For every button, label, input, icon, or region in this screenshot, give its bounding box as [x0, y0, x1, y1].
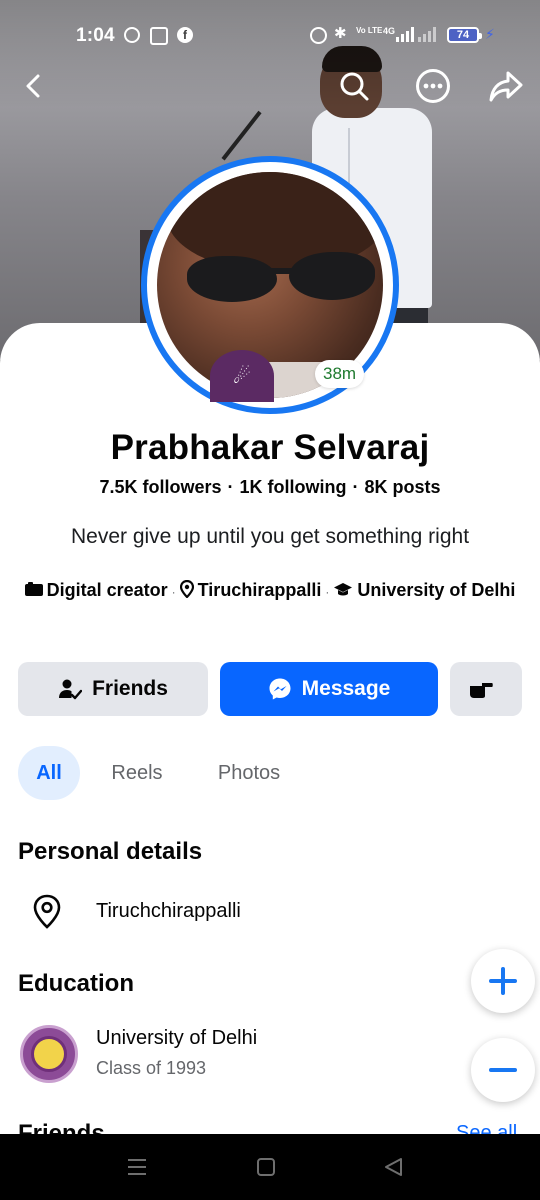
back-nav-button[interactable]	[382, 1156, 404, 1183]
location-pin-icon	[179, 579, 194, 599]
calendar-notification-icon	[150, 27, 168, 45]
share-button[interactable]	[486, 66, 526, 106]
signal-strength-2-icon	[418, 27, 436, 42]
meta-category: Digital creator	[46, 580, 168, 600]
home-square-icon	[257, 1158, 275, 1176]
minus-icon	[489, 1068, 517, 1072]
status-time: 1:04	[76, 25, 115, 46]
recent-apps-button[interactable]	[126, 1156, 148, 1183]
meta-education: University of Delhi	[357, 580, 516, 600]
profile-bio: Never give up until you get something ri…	[70, 525, 470, 548]
battery-icon: 74	[447, 27, 482, 43]
zoom-out-button[interactable]	[471, 1038, 535, 1102]
friend-check-icon	[59, 679, 83, 700]
tab-all[interactable]: All	[18, 746, 80, 800]
message-button-label: Message	[301, 677, 391, 700]
search-button[interactable]	[334, 66, 374, 106]
more-options-button[interactable]	[413, 66, 453, 106]
profile-frame-badge-icon: ☄	[210, 350, 274, 402]
charging-icon: ⚡	[485, 26, 495, 42]
profile-meta: Digital creator · Tiruchirappalli · Universi…	[20, 579, 520, 604]
poke-button[interactable]	[450, 662, 522, 716]
tab-reels[interactable]: Reels	[102, 746, 172, 800]
facebook-notification-icon: f	[177, 27, 193, 43]
posts-count: 8K posts	[364, 477, 441, 497]
zoom-in-button[interactable]	[471, 949, 535, 1013]
alarm-icon	[310, 27, 327, 44]
menu-lines-icon	[128, 1159, 146, 1175]
signal-strength-icon	[396, 27, 414, 42]
profile-stats: 7.5K followers · 1K following · 8K posts	[99, 477, 441, 497]
search-icon	[340, 72, 369, 101]
volte-icon: Vo LTE	[356, 26, 383, 35]
tab-photos[interactable]: Photos	[206, 746, 292, 800]
location-pin-icon	[33, 894, 61, 929]
back-button[interactable]	[14, 66, 54, 106]
share-icon	[489, 71, 523, 102]
plus-icon	[489, 967, 517, 995]
arrow-left-icon	[26, 74, 40, 98]
university-logo	[20, 1025, 78, 1083]
system-navigation-bar	[0, 1134, 540, 1200]
friends-button[interactable]: Friends	[18, 662, 208, 716]
graduation-cap-icon	[334, 583, 353, 596]
message-button[interactable]: Message	[220, 662, 438, 716]
meta-location: Tiruchirappalli	[197, 580, 322, 600]
more-horizontal-icon	[416, 69, 450, 103]
friends-button-label: Friends	[92, 677, 168, 700]
followers-count[interactable]: 7.5K followers	[99, 477, 221, 497]
chat-notification-icon	[124, 27, 140, 43]
education-class: Class of 1993	[96, 1058, 207, 1078]
network-type-label: 4G	[383, 26, 396, 36]
pointing-hand-icon	[470, 683, 493, 698]
following-count[interactable]: 1K following	[240, 477, 347, 497]
bluetooth-icon: ✱	[334, 25, 347, 42]
home-button[interactable]	[255, 1156, 277, 1183]
personal-details-title: Personal details	[18, 838, 203, 865]
messenger-icon	[269, 678, 291, 700]
battery-level: 74	[456, 29, 470, 41]
video-camera-icon	[24, 582, 43, 596]
education-title: Education	[18, 970, 135, 997]
education-school[interactable]: University of Delhi	[96, 1027, 257, 1050]
status-bar: 1:04 f ✱ Vo LTE 4G 74 ⚡	[0, 0, 540, 72]
story-time-badge: 38m	[315, 360, 365, 388]
profile-name: Prabhakar Selvaraj	[110, 428, 430, 467]
back-triangle-icon	[385, 1158, 402, 1176]
personal-location[interactable]: Tiruchchirappalli	[96, 900, 241, 923]
